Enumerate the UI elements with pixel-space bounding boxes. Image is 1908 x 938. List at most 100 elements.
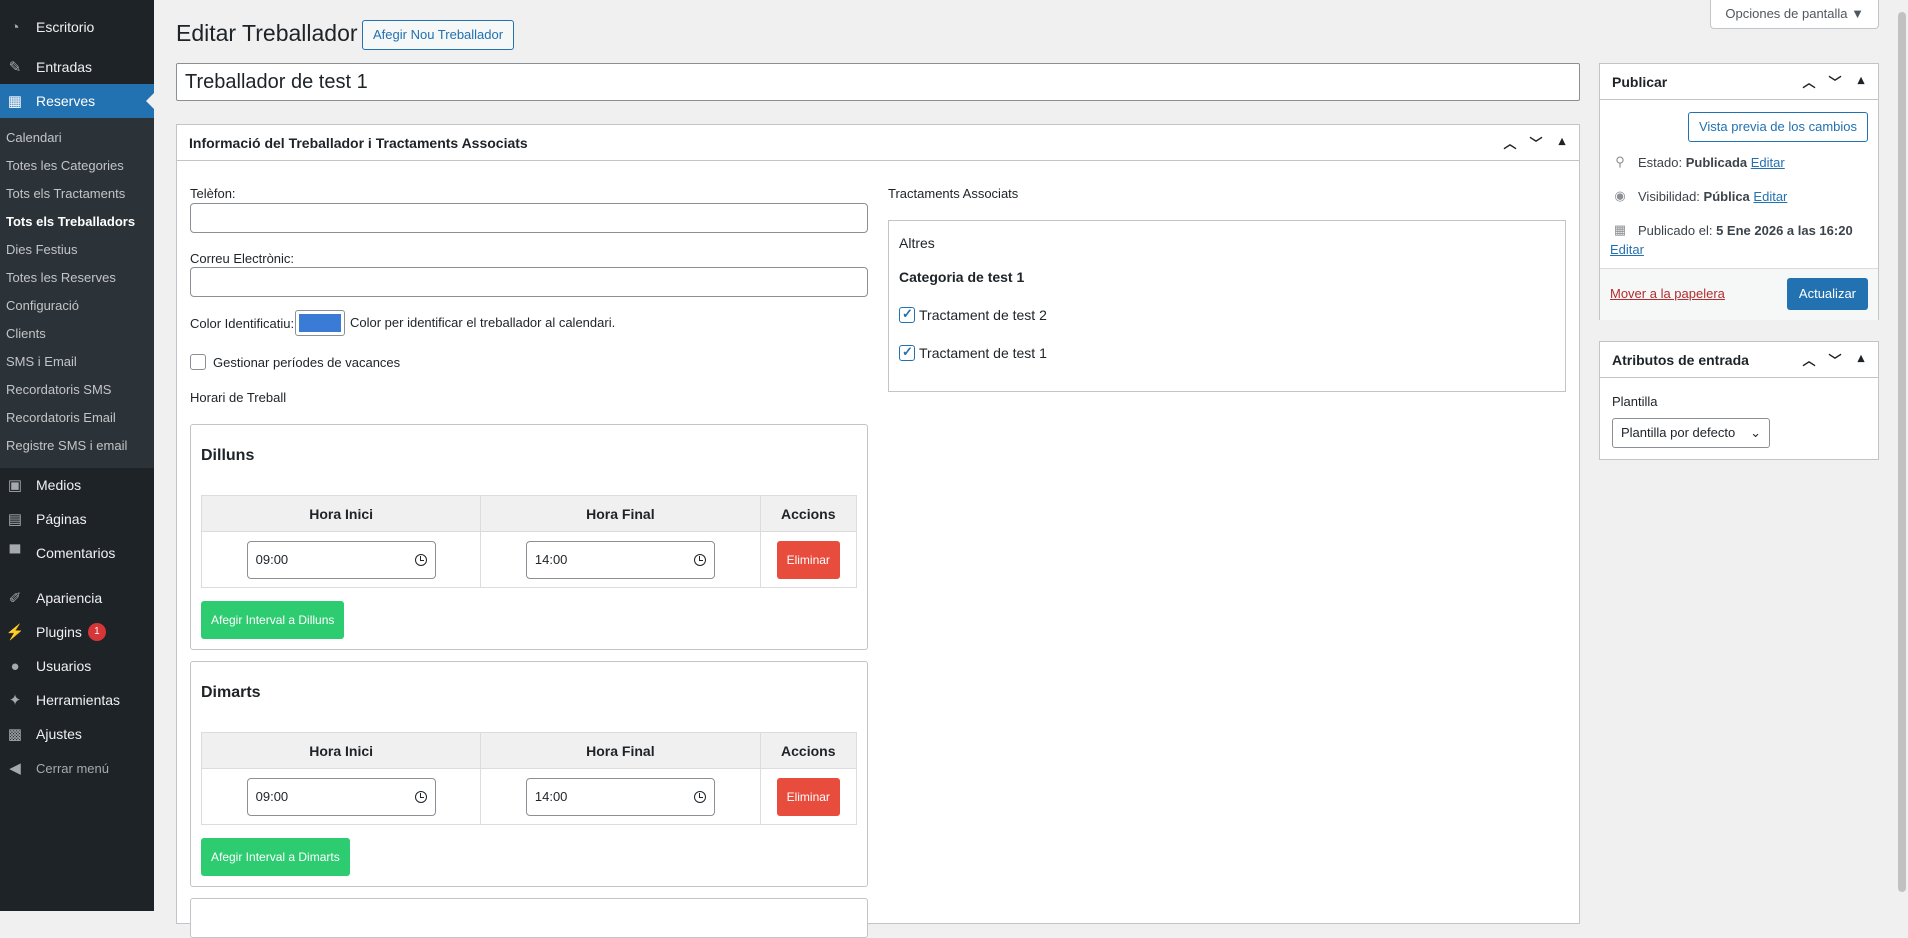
submenu-tractaments[interactable]: Tots els Tractaments: [0, 180, 154, 208]
edit-date-link[interactable]: Editar: [1610, 242, 1644, 257]
menu-pages[interactable]: ▤ Páginas: [0, 502, 154, 536]
menu-label: Ajustes: [36, 726, 82, 742]
phone-input[interactable]: [190, 203, 868, 233]
start-time-input[interactable]: 09:00: [246, 540, 436, 579]
move-down-icon[interactable]: ﹀: [1824, 350, 1846, 369]
edit-visibility-link[interactable]: Editar: [1753, 189, 1787, 204]
menu-label: Herramientas: [36, 692, 121, 708]
move-down-icon[interactable]: ﹀: [1525, 133, 1547, 152]
move-down-icon[interactable]: ﹀: [1824, 72, 1846, 91]
collapse-icon: ◀: [9, 760, 21, 777]
delete-interval-button[interactable]: Eliminar: [776, 540, 840, 579]
day-block-next: [190, 898, 868, 938]
collapse-menu[interactable]: ◀ Cerrar menú: [0, 751, 154, 785]
menu-media[interactable]: ▣ Medios: [0, 468, 154, 502]
eye-icon: ◉: [1614, 188, 1626, 203]
move-up-icon[interactable]: ︿: [1499, 133, 1521, 152]
clock-icon: [414, 553, 427, 566]
visibility-label: Visibilidad:: [1638, 188, 1700, 204]
schedule-table: Hora Inici Hora Final Accions 09:00 14:0…: [200, 495, 857, 588]
add-interval-button[interactable]: Afegir Interval a Dimarts: [201, 838, 350, 876]
color-label: Color Identificatiu:: [190, 316, 295, 331]
color-picker[interactable]: [295, 310, 345, 336]
toggle-panel-icon[interactable]: ▴: [1850, 350, 1872, 369]
pin-icon: ✎: [8, 59, 22, 76]
toggle-panel-icon[interactable]: ▴: [1551, 133, 1573, 152]
scrollbar-thumb[interactable]: [1898, 12, 1906, 892]
add-new-worker-button[interactable]: Afegir Nou Treballador: [362, 20, 515, 50]
menu-users[interactable]: ● Usuarios: [0, 649, 154, 683]
calendar-icon: ▦: [7, 93, 23, 110]
reserves-submenu: Calendari Totes les Categories Tots els …: [0, 118, 154, 468]
table-row: 09:00 14:00 Eliminar: [200, 531, 857, 588]
treatment-checkbox[interactable]: [899, 344, 915, 361]
move-up-icon[interactable]: ︿: [1798, 350, 1820, 369]
submenu-calendari[interactable]: Calendari: [0, 124, 154, 152]
time-value: 14:00: [534, 789, 568, 804]
trash-link[interactable]: Mover a la papelera: [1610, 286, 1725, 301]
submenu-dies-festius[interactable]: Dies Festius: [0, 236, 154, 264]
day-block-dimarts: Dimarts Hora Inici Hora Final Accions 09…: [190, 661, 868, 887]
update-button[interactable]: Actualizar: [1786, 278, 1868, 310]
menu-settings[interactable]: ▩ Ajustes: [0, 717, 154, 751]
treatment-label: Tractament de test 2: [919, 307, 1047, 323]
delete-interval-button[interactable]: Eliminar: [776, 777, 840, 816]
menu-appearance[interactable]: ✐ Apariencia: [0, 581, 154, 615]
email-input[interactable]: [190, 267, 868, 297]
color-help-text: Color per identificar el treballador al …: [350, 315, 616, 330]
color-swatch-fill: [299, 314, 341, 332]
submenu-clients[interactable]: Clients: [0, 320, 154, 348]
treatment-checkbox[interactable]: [899, 306, 915, 323]
submenu-registre[interactable]: Registre SMS i email: [0, 432, 154, 460]
menu-reserves[interactable]: ▦ Reserves: [0, 84, 154, 118]
metabox-title: Atributos de entrada: [1612, 351, 1749, 368]
submenu-recordatoris-email[interactable]: Recordatoris Email: [0, 404, 154, 432]
submenu-recordatoris-sms[interactable]: Recordatoris SMS: [0, 376, 154, 404]
submenu-configuracio[interactable]: Configuració: [0, 292, 154, 320]
users-icon: ●: [10, 657, 20, 675]
menu-label: Usuarios: [36, 658, 92, 674]
menu-tools[interactable]: ✦ Herramientas: [0, 683, 154, 717]
menu-comments[interactable]: ▀ Comentarios: [0, 536, 154, 570]
submenu-sms-email[interactable]: SMS i Email: [0, 348, 154, 376]
menu-label: Escritorio: [36, 19, 95, 35]
add-interval-button[interactable]: Afegir Interval a Dilluns: [201, 601, 345, 639]
move-up-icon[interactable]: ︿: [1798, 72, 1820, 91]
appearance-icon: ✐: [8, 590, 22, 607]
end-time-input[interactable]: 14:00: [525, 540, 715, 579]
media-icon: ▣: [7, 477, 23, 494]
metabox-header: Informació del Treballador i Tractaments…: [177, 125, 1579, 161]
start-time-input[interactable]: 09:00: [246, 777, 436, 816]
menu-label: Apariencia: [36, 590, 103, 606]
column-header: Hora Inici: [200, 495, 482, 532]
preview-button[interactable]: Vista previa de los cambios: [1687, 112, 1868, 142]
screen-options-button[interactable]: Opciones de pantalla ▼: [1710, 0, 1879, 29]
publish-metabox: Publicar ︿ ﹀ ▴ Vista previa de los cambi…: [1599, 63, 1879, 320]
clock-icon: [414, 790, 427, 803]
menu-dashboard[interactable]: ◔ Escritorio: [0, 10, 154, 44]
post-title-input[interactable]: Treballador de test 1: [176, 63, 1580, 101]
menu-posts[interactable]: ✎ Entradas: [0, 50, 154, 84]
submenu-treballadors[interactable]: Tots els Treballadors: [0, 208, 154, 236]
vacation-checkbox[interactable]: [190, 354, 206, 370]
calendar-icon: ▦: [1613, 222, 1627, 237]
toggle-panel-icon[interactable]: ▴: [1850, 72, 1872, 91]
submenu-categories[interactable]: Totes les Categories: [0, 152, 154, 180]
time-value: 09:00: [255, 552, 289, 567]
metabox-header: Atributos de entrada ︿ ﹀ ▴: [1600, 342, 1878, 378]
edit-status-link[interactable]: Editar: [1751, 155, 1785, 170]
submenu-reserves[interactable]: Totes les Reserves: [0, 264, 154, 292]
page-scrollbar[interactable]: [1896, 0, 1908, 911]
time-value: 14:00: [534, 552, 568, 567]
treatment-label: Tractament de test 1: [919, 345, 1047, 361]
menu-plugins[interactable]: ⚡ Plugins 1: [0, 615, 154, 649]
attributes-metabox: Atributos de entrada ︿ ﹀ ▴ Plantilla Pla…: [1599, 341, 1879, 460]
published-row: ▦ Publicado el: 5 Ene 2026 a las 16:20: [1612, 222, 1853, 238]
vacation-label: Gestionar períodes de vacances: [213, 355, 401, 370]
end-time-input[interactable]: 14:00: [525, 777, 715, 816]
template-select[interactable]: Plantilla por defecto ⌄: [1612, 418, 1770, 448]
column-header: Accions: [759, 495, 857, 532]
published-value: 5 Ene 2026 a las 16:20: [1716, 222, 1853, 238]
menu-label: Entradas: [36, 59, 93, 75]
column-header: Accions: [759, 732, 857, 769]
